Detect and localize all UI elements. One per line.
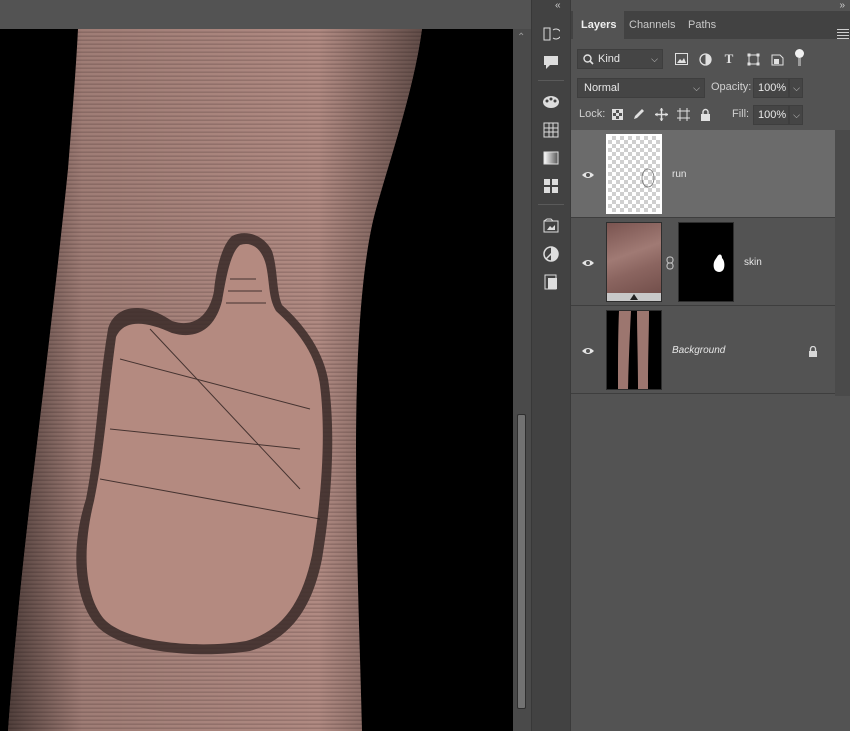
layer-thumbnail[interactable] bbox=[606, 310, 662, 390]
fill-input[interactable]: 100% bbox=[753, 105, 789, 125]
visibility-eye-icon[interactable] bbox=[581, 344, 595, 358]
scroll-up-icon[interactable]: ⌃ bbox=[517, 32, 525, 43]
filter-pixel-layers-icon[interactable] bbox=[673, 51, 689, 67]
panel-dock-icons: « bbox=[531, 0, 570, 731]
patterns-icon[interactable] bbox=[541, 176, 561, 196]
layer-name[interactable]: skin bbox=[744, 257, 762, 268]
link-chain-icon[interactable] bbox=[666, 256, 674, 270]
opacity-input[interactable]: 100% bbox=[753, 78, 789, 98]
filter-smart-objects-icon[interactable] bbox=[769, 51, 785, 67]
lock-all-icon[interactable] bbox=[697, 106, 713, 122]
panel-tab-bar: Layers Channels Paths bbox=[571, 11, 850, 39]
panel-menu-icon[interactable] bbox=[837, 29, 849, 41]
history-icon[interactable] bbox=[541, 24, 561, 44]
blend-mode-value: Normal bbox=[584, 82, 620, 94]
adjustments-icon[interactable] bbox=[541, 244, 561, 264]
stocking-leg-artwork bbox=[8, 29, 422, 731]
layers-panel: » Layers Channels Paths Kind ⌵ T Normal … bbox=[570, 0, 850, 731]
chevron-down-icon: ⌵ bbox=[793, 83, 800, 93]
layers-panel-scrollbar[interactable] bbox=[835, 130, 850, 396]
layer-mask-thumbnail[interactable] bbox=[678, 222, 734, 302]
layer-name[interactable]: Background bbox=[672, 345, 725, 356]
gradients-icon[interactable] bbox=[541, 148, 561, 168]
lock-icon bbox=[809, 346, 817, 357]
properties-icon[interactable] bbox=[541, 272, 561, 292]
triangle-icon bbox=[630, 294, 638, 300]
libraries-icon[interactable] bbox=[541, 216, 561, 236]
collapse-panel-icon[interactable]: » bbox=[839, 0, 845, 11]
comments-icon[interactable] bbox=[541, 52, 561, 72]
search-icon bbox=[583, 54, 594, 65]
fill-label: Fill: bbox=[732, 108, 750, 120]
chevron-down-icon: ⌵ bbox=[651, 54, 658, 64]
visibility-eye-icon[interactable] bbox=[581, 256, 595, 270]
lock-image-pixels-icon[interactable] bbox=[631, 106, 647, 122]
chevron-down-icon: ⌵ bbox=[693, 83, 700, 93]
filter-adjustment-layers-icon[interactable] bbox=[697, 51, 713, 67]
tab-paths[interactable]: Paths bbox=[680, 11, 724, 39]
image-canvas[interactable] bbox=[0, 29, 513, 731]
dock-divider bbox=[538, 204, 564, 205]
collapse-dock-icon[interactable]: « bbox=[555, 0, 561, 11]
filter-type-layers-icon[interactable]: T bbox=[721, 51, 737, 67]
document-tab-bar bbox=[0, 0, 531, 29]
layer-row-skin[interactable]: skin bbox=[571, 218, 835, 306]
layer-name[interactable]: run bbox=[672, 169, 686, 180]
fill-dropdown-button[interactable]: ⌵ bbox=[789, 105, 803, 125]
lock-label: Lock: bbox=[579, 108, 606, 120]
chevron-down-icon: ⌵ bbox=[793, 110, 800, 120]
lock-artboard-icon[interactable] bbox=[675, 106, 691, 122]
fill-layer-indicator bbox=[607, 293, 661, 301]
filter-toggle-switch[interactable] bbox=[795, 49, 804, 58]
opacity-label: Opacity: bbox=[711, 81, 752, 93]
visibility-eye-icon[interactable] bbox=[581, 168, 595, 182]
filter-shape-layers-icon[interactable] bbox=[745, 51, 761, 67]
layer-thumbnail[interactable] bbox=[606, 134, 662, 214]
opacity-dropdown-button[interactable]: ⌵ bbox=[789, 78, 803, 98]
layer-row-background[interactable]: Background bbox=[571, 306, 835, 394]
dock-divider bbox=[538, 80, 564, 81]
layer-row-run[interactable]: run bbox=[571, 130, 835, 218]
canvas-vertical-scrollbar[interactable]: ⌃ bbox=[513, 29, 531, 731]
lock-position-icon[interactable] bbox=[653, 106, 669, 122]
filter-kind-label: Kind bbox=[598, 53, 621, 65]
swatches-icon[interactable] bbox=[541, 120, 561, 140]
blend-mode-dropdown[interactable]: Normal ⌵ bbox=[577, 78, 705, 98]
lock-transparent-pixels-icon[interactable] bbox=[609, 106, 625, 122]
filter-kind-dropdown[interactable]: Kind ⌵ bbox=[577, 49, 663, 69]
tab-channels[interactable]: Channels bbox=[621, 11, 683, 39]
layer-thumbnail[interactable] bbox=[606, 222, 662, 302]
tab-layers[interactable]: Layers bbox=[573, 11, 625, 39]
scroll-thumb[interactable] bbox=[517, 414, 526, 709]
filter-toggle-track bbox=[798, 58, 801, 66]
color-palette-icon[interactable] bbox=[541, 92, 561, 112]
